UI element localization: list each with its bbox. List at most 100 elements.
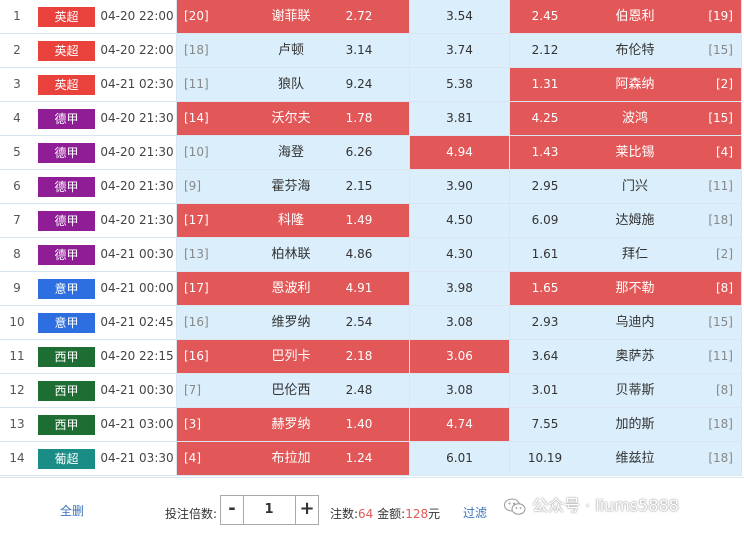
row-index: 6 — [0, 170, 34, 204]
multiplier-input[interactable]: 1 — [244, 496, 294, 524]
match-time: 04-21 03:00 — [98, 408, 176, 442]
draw-odds: 3.98 — [446, 281, 473, 295]
home-odds: 2.72 — [345, 9, 373, 23]
draw-option[interactable]: 4.94 — [410, 136, 509, 170]
home-rank: [20] — [184, 9, 209, 23]
home-odds: 2.15 — [345, 179, 373, 193]
draw-option[interactable]: 3.06 — [410, 340, 509, 374]
league-cell: 德甲 — [34, 238, 98, 272]
home-win-option[interactable]: [9] 霍芬海 2.15 — [177, 170, 409, 204]
home-team: 维罗纳 — [271, 315, 311, 330]
draw-option[interactable]: 4.50 — [410, 204, 509, 238]
draw-option[interactable]: 3.74 — [410, 34, 509, 68]
league-badge: 英超 — [38, 7, 95, 27]
home-odds: 4.86 — [345, 247, 373, 261]
away-win-option[interactable]: 3.01 贝蒂斯 [8] — [510, 374, 741, 408]
away-rank: [18] — [708, 213, 733, 227]
away-win-option[interactable]: 10.19 维兹拉 [18] — [510, 442, 741, 476]
away-win-option[interactable]: 2.12 布伦特 [15] — [510, 34, 741, 68]
home-win-option[interactable]: [14] 沃尔夫 1.78 — [177, 102, 409, 136]
home-win-option[interactable]: [10] 海登 6.26 — [177, 136, 409, 170]
draw-odds: 3.08 — [446, 315, 473, 329]
divider — [741, 0, 742, 476]
draw-odds: 3.06 — [446, 349, 473, 363]
home-win-option[interactable]: [7] 巴伦西 2.48 — [177, 374, 409, 408]
draw-odds: 3.08 — [446, 383, 473, 397]
table-row: 4 德甲 04-20 21:30 [14] 沃尔夫 1.78 3.81 4.25 波鸿 [15] — [0, 102, 744, 136]
away-win-option[interactable]: 1.43 莱比锡 [4] — [510, 136, 741, 170]
draw-odds: 3.74 — [446, 43, 473, 57]
away-win-option[interactable]: 1.31 阿森纳 [2] — [510, 68, 741, 102]
league-cell: 英超 — [34, 0, 98, 34]
away-win-option[interactable]: 2.95 门兴 [11] — [510, 170, 741, 204]
away-win-option[interactable]: 7.55 加的斯 [18] — [510, 408, 741, 442]
away-odds: 7.55 — [531, 417, 559, 431]
home-win-option[interactable]: [18] 卢顿 3.14 — [177, 34, 409, 68]
match-time: 04-20 22:00 — [98, 0, 176, 34]
draw-option[interactable]: 3.90 — [410, 170, 509, 204]
row-index: 10 — [0, 306, 34, 340]
home-team: 霍芬海 — [271, 179, 311, 194]
table-row: 2 英超 04-20 22:00 [18] 卢顿 3.14 3.74 2.12 布伦特 [15] — [0, 34, 744, 68]
home-win-option[interactable]: [16] 巴列卡 2.18 — [177, 340, 409, 374]
home-rank: [4] — [184, 451, 201, 465]
home-odds: 1.40 — [345, 417, 373, 431]
home-rank: [16] — [184, 349, 209, 363]
away-win-option[interactable]: 6.09 达姆施 [18] — [510, 204, 741, 238]
away-odds: 2.12 — [531, 43, 559, 57]
away-win-option[interactable]: 1.65 那不勒 [8] — [510, 272, 741, 306]
match-time: 04-21 03:30 — [98, 442, 176, 476]
draw-option[interactable]: 3.81 — [410, 102, 509, 136]
decrease-button[interactable]: - — [221, 496, 244, 524]
match-time: 04-21 00:30 — [98, 374, 176, 408]
away-win-option[interactable]: 4.25 波鸿 [15] — [510, 102, 741, 136]
draw-option[interactable]: 3.98 — [410, 272, 509, 306]
match-time: 04-21 00:30 — [98, 238, 176, 272]
away-team: 贝蒂斯 — [615, 383, 655, 398]
draw-option[interactable]: 3.08 — [410, 306, 509, 340]
home-team: 布拉加 — [271, 451, 311, 466]
home-rank: [3] — [184, 417, 201, 431]
home-odds: 4.91 — [345, 281, 373, 295]
home-win-option[interactable]: [11] 狼队 9.24 — [177, 68, 409, 102]
away-rank: [2] — [716, 247, 733, 261]
draw-option[interactable]: 4.74 — [410, 408, 509, 442]
row-index: 9 — [0, 272, 34, 306]
home-rank: [7] — [184, 383, 201, 397]
home-win-option[interactable]: [4] 布拉加 1.24 — [177, 442, 409, 476]
increase-button[interactable]: + — [295, 496, 318, 524]
away-win-option[interactable]: 3.64 奥萨苏 [11] — [510, 340, 741, 374]
match-time: 04-20 21:30 — [98, 102, 176, 136]
row-index: 3 — [0, 68, 34, 102]
draw-option[interactable]: 3.54 — [410, 0, 509, 34]
row-index: 1 — [0, 0, 34, 34]
match-time: 04-21 00:00 — [98, 272, 176, 306]
home-win-option[interactable]: [3] 赫罗纳 1.40 — [177, 408, 409, 442]
draw-odds: 4.94 — [446, 145, 473, 159]
home-team: 海登 — [277, 145, 304, 160]
draw-option[interactable]: 4.30 — [410, 238, 509, 272]
away-win-option[interactable]: 1.61 拜仁 [2] — [510, 238, 741, 272]
home-odds: 2.48 — [345, 383, 373, 397]
home-odds: 6.26 — [345, 145, 373, 159]
filter-button[interactable]: 过滤 — [463, 504, 487, 521]
league-badge: 意甲 — [38, 279, 95, 299]
draw-option[interactable]: 5.38 — [410, 68, 509, 102]
home-win-option[interactable]: [20] 谢菲联 2.72 — [177, 0, 409, 34]
home-win-option[interactable]: [16] 维罗纳 2.54 — [177, 306, 409, 340]
table-row: 1 英超 04-20 22:00 [20] 谢菲联 2.72 3.54 2.45 伯恩利 [19] — [0, 0, 744, 34]
home-rank: [10] — [184, 145, 209, 159]
home-win-option[interactable]: [17] 恩波利 4.91 — [177, 272, 409, 306]
away-win-option[interactable]: 2.45 伯恩利 [19] — [510, 0, 741, 34]
draw-option[interactable]: 3.08 — [410, 374, 509, 408]
league-badge: 西甲 — [38, 381, 95, 401]
home-win-option[interactable]: [17] 科隆 1.49 — [177, 204, 409, 238]
bet-summary: 注数:64 金额:128元 — [330, 505, 440, 522]
clear-all-button[interactable]: 全删 — [60, 502, 84, 519]
home-win-option[interactable]: [13] 柏林联 4.86 — [177, 238, 409, 272]
draw-option[interactable]: 6.01 — [410, 442, 509, 476]
away-rank: [18] — [708, 451, 733, 465]
home-odds: 1.49 — [345, 213, 373, 227]
away-win-option[interactable]: 2.93 乌迪内 [15] — [510, 306, 741, 340]
away-odds: 4.25 — [531, 111, 559, 125]
